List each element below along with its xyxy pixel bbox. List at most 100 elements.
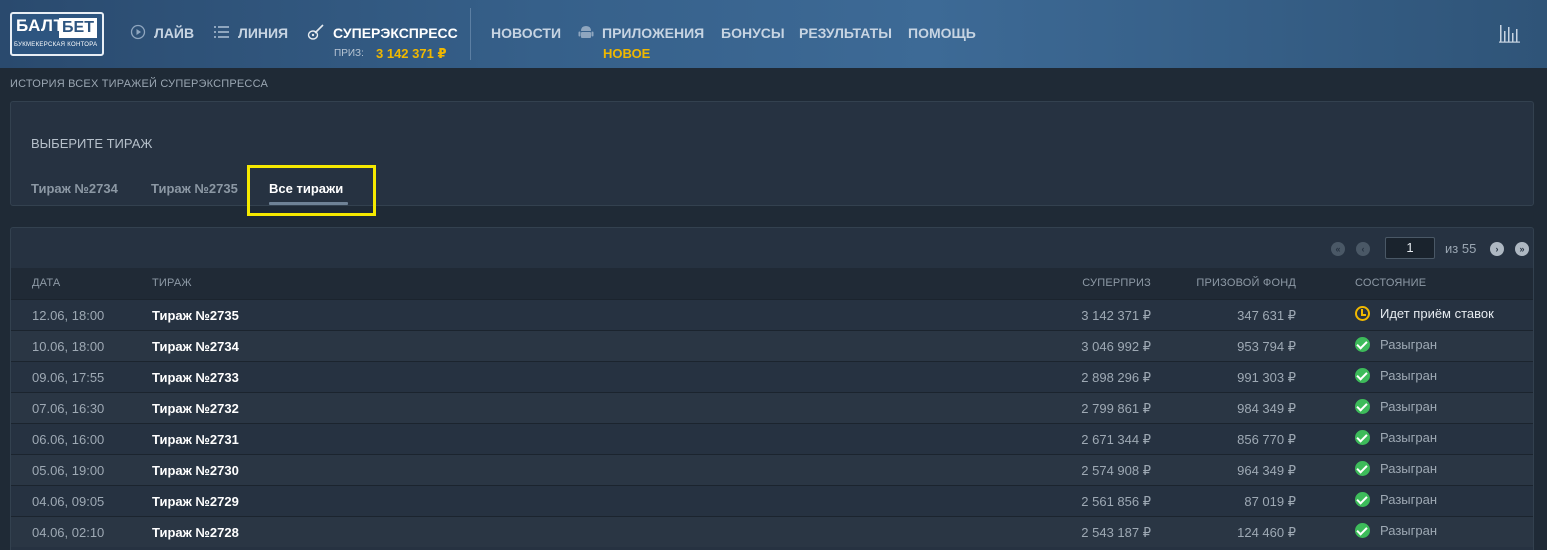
table-row[interactable]: 07.06, 16:30 Тираж №2732 2 799 861 ₽ 984 34… bbox=[11, 392, 1533, 423]
row-fund: 984 349 ₽ bbox=[1237, 401, 1296, 416]
col-draw: ТИРАЖ bbox=[152, 277, 192, 289]
row-superprize: 2 671 344 ₽ bbox=[1081, 432, 1151, 447]
nav-news-label: НОВОСТИ bbox=[491, 25, 562, 41]
row-date: 04.06, 09:05 bbox=[32, 494, 105, 509]
row-status-text: Разыгран bbox=[1380, 492, 1438, 507]
row-fund: 856 770 ₽ bbox=[1237, 432, 1296, 447]
row-status-text: Разыгран bbox=[1380, 523, 1438, 538]
row-date: 04.06, 02:10 bbox=[32, 525, 105, 540]
select-draw-title: ВЫБЕРИТЕ ТИРАЖ bbox=[31, 136, 153, 151]
nav-results[interactable]: РЕЗУЛЬТАТЫ bbox=[799, 25, 892, 41]
tab-draw-2735[interactable]: Тираж №2735 bbox=[151, 181, 238, 196]
draws-table-panel: « ‹ 1 из 55 › » ДАТА ТИРАЖ СУПЕРПРИЗ ПРИ… bbox=[10, 227, 1534, 550]
row-date: 06.06, 16:00 bbox=[32, 432, 105, 447]
row-status-text: Разыгран bbox=[1380, 337, 1438, 352]
table-row[interactable]: 04.06, 02:10 Тираж №2728 2 543 187 ₽ 124 46… bbox=[11, 516, 1533, 547]
row-draw-name[interactable]: Тираж №2735 bbox=[152, 308, 239, 323]
row-fund: 991 303 ₽ bbox=[1237, 370, 1296, 385]
col-superprize: СУПЕРПРИЗ bbox=[1082, 277, 1151, 289]
nav-bonuses-label: БОНУСЫ bbox=[721, 25, 785, 41]
first-page-icon[interactable]: « bbox=[1331, 242, 1345, 256]
row-status: Разыгран bbox=[1355, 430, 1437, 445]
check-circle-icon bbox=[1355, 337, 1370, 352]
row-status: Разыгран bbox=[1355, 492, 1437, 507]
nav-superexpress-label: СУПЕРЭКСПРЕСС bbox=[333, 25, 458, 41]
clock-icon bbox=[1355, 306, 1370, 321]
col-fund: ПРИЗОВОЙ ФОНД bbox=[1196, 277, 1296, 289]
logo-text: БАЛТ bbox=[16, 16, 65, 35]
next-page-icon[interactable]: › bbox=[1490, 242, 1504, 256]
nav-live-label: ЛАЙВ bbox=[154, 25, 195, 41]
row-draw-name[interactable]: Тираж №2733 bbox=[152, 370, 239, 385]
check-circle-icon bbox=[1355, 492, 1370, 507]
table-row[interactable]: 09.06, 17:55 Тираж №2733 2 898 296 ₽ 991 30… bbox=[11, 361, 1533, 392]
table-row[interactable]: 04.06, 09:05 Тираж №2729 2 561 856 ₽ 87 019… bbox=[11, 485, 1533, 516]
row-status: Разыгран bbox=[1355, 368, 1437, 383]
nav-superexpress[interactable]: СУПЕРЭКСПРЕСС bbox=[307, 23, 458, 41]
row-status: Идет приём ставок bbox=[1355, 306, 1494, 321]
col-status: СОСТОЯНИЕ bbox=[1355, 277, 1427, 289]
page-number-input[interactable]: 1 bbox=[1385, 237, 1435, 259]
row-fund: 124 460 ₽ bbox=[1237, 525, 1296, 540]
nav-results-label: РЕЗУЛЬТАТЫ bbox=[799, 25, 892, 41]
row-status-text: Идет приём ставок bbox=[1380, 306, 1494, 321]
top-header: БАЛТ БЕТ БУКМЕКЕРСКАЯ КОНТОРА ЛАЙВ ЛИНИЯ… bbox=[0, 0, 1547, 68]
draw-select-panel: ВЫБЕРИТЕ ТИРАЖ Тираж №2734 Тираж №2735 В… bbox=[10, 101, 1534, 206]
row-draw-name[interactable]: Тираж №2731 bbox=[152, 432, 239, 447]
last-page-icon[interactable]: » bbox=[1515, 242, 1529, 256]
row-status-text: Разыгран bbox=[1380, 430, 1438, 445]
row-draw-name[interactable]: Тираж №2732 bbox=[152, 401, 239, 416]
nav-help[interactable]: ПОМОЩЬ bbox=[908, 25, 976, 41]
tab-draw-2734[interactable]: Тираж №2734 bbox=[31, 181, 118, 196]
prev-page-icon[interactable]: ‹ bbox=[1356, 242, 1370, 256]
row-status: Разыгран bbox=[1355, 399, 1437, 414]
table-row[interactable]: 06.06, 16:00 Тираж №2731 2 671 344 ₽ 856 77… bbox=[11, 423, 1533, 454]
row-draw-name[interactable]: Тираж №2734 bbox=[152, 339, 239, 354]
breadcrumb: ИСТОРИЯ ВСЕХ ТИРАЖЕЙ СУПЕРЭКСПРЕССА bbox=[10, 78, 269, 90]
apps-new-badge: НОВОЕ bbox=[603, 46, 651, 61]
row-draw-name[interactable]: Тираж №2728 bbox=[152, 525, 239, 540]
row-superprize: 2 561 856 ₽ bbox=[1081, 494, 1151, 509]
row-superprize: 3 142 371 ₽ bbox=[1081, 308, 1151, 323]
row-status: Разыгран bbox=[1355, 337, 1437, 352]
prize-value: 3 142 371 ₽ bbox=[376, 46, 447, 61]
nav-divider bbox=[470, 8, 471, 60]
row-date: 10.06, 18:00 bbox=[32, 339, 105, 354]
row-date: 09.06, 17:55 bbox=[32, 370, 105, 385]
page-count: из 55 bbox=[1445, 241, 1477, 256]
nav-help-label: ПОМОЩЬ bbox=[908, 25, 976, 41]
row-fund: 347 631 ₽ bbox=[1237, 308, 1296, 323]
row-status-text: Разыгран bbox=[1380, 399, 1438, 414]
row-status: Разыгран bbox=[1355, 523, 1437, 538]
table-header: ДАТА ТИРАЖ СУПЕРПРИЗ ПРИЗОВОЙ ФОНД СОСТО… bbox=[11, 268, 1533, 299]
table-row[interactable]: 05.06, 19:00 Тираж №2730 2 574 908 ₽ 964 34… bbox=[11, 454, 1533, 485]
logo-subtitle: БУКМЕКЕРСКАЯ КОНТОРА bbox=[14, 42, 98, 48]
row-superprize: 2 799 861 ₽ bbox=[1081, 401, 1151, 416]
play-icon bbox=[130, 24, 146, 43]
row-draw-name[interactable]: Тираж №2730 bbox=[152, 463, 239, 478]
highlight-box bbox=[247, 165, 376, 216]
nav-bonuses[interactable]: БОНУСЫ bbox=[721, 25, 785, 41]
logo-text-2: БЕТ bbox=[59, 18, 97, 38]
nav-news[interactable]: НОВОСТИ bbox=[491, 25, 561, 41]
table-row[interactable]: 12.06, 18:00 Тираж №2735 3 142 371 ₽ 347 63… bbox=[11, 299, 1533, 330]
nav-live[interactable]: ЛАЙВ bbox=[130, 24, 195, 43]
check-circle-icon bbox=[1355, 368, 1370, 383]
table-row[interactable]: 10.06, 18:00 Тираж №2734 3 046 992 ₽ 953 79… bbox=[11, 330, 1533, 361]
nav-line[interactable]: ЛИНИЯ bbox=[214, 25, 288, 41]
row-draw-name[interactable]: Тираж №2729 bbox=[152, 494, 239, 509]
row-date: 05.06, 19:00 bbox=[32, 463, 105, 478]
nav-apps-label: ПРИЛОЖЕНИЯ bbox=[602, 25, 705, 41]
col-date: ДАТА bbox=[32, 277, 61, 289]
baltbet-logo[interactable]: БАЛТ БЕТ БУКМЕКЕРСКАЯ КОНТОРА bbox=[10, 12, 104, 56]
row-superprize: 2 898 296 ₽ bbox=[1081, 370, 1151, 385]
nav-apps[interactable]: ПРИЛОЖЕНИЯ bbox=[578, 25, 704, 41]
row-superprize: 2 543 187 ₽ bbox=[1081, 525, 1151, 540]
row-date: 12.06, 18:00 bbox=[32, 308, 105, 323]
row-superprize: 3 046 992 ₽ bbox=[1081, 339, 1151, 354]
row-superprize: 2 574 908 ₽ bbox=[1081, 463, 1151, 478]
nav-line-label: ЛИНИЯ bbox=[238, 25, 289, 41]
list-icon bbox=[214, 25, 230, 42]
row-status-text: Разыгран bbox=[1380, 461, 1438, 476]
stats-icon[interactable] bbox=[1499, 23, 1521, 43]
